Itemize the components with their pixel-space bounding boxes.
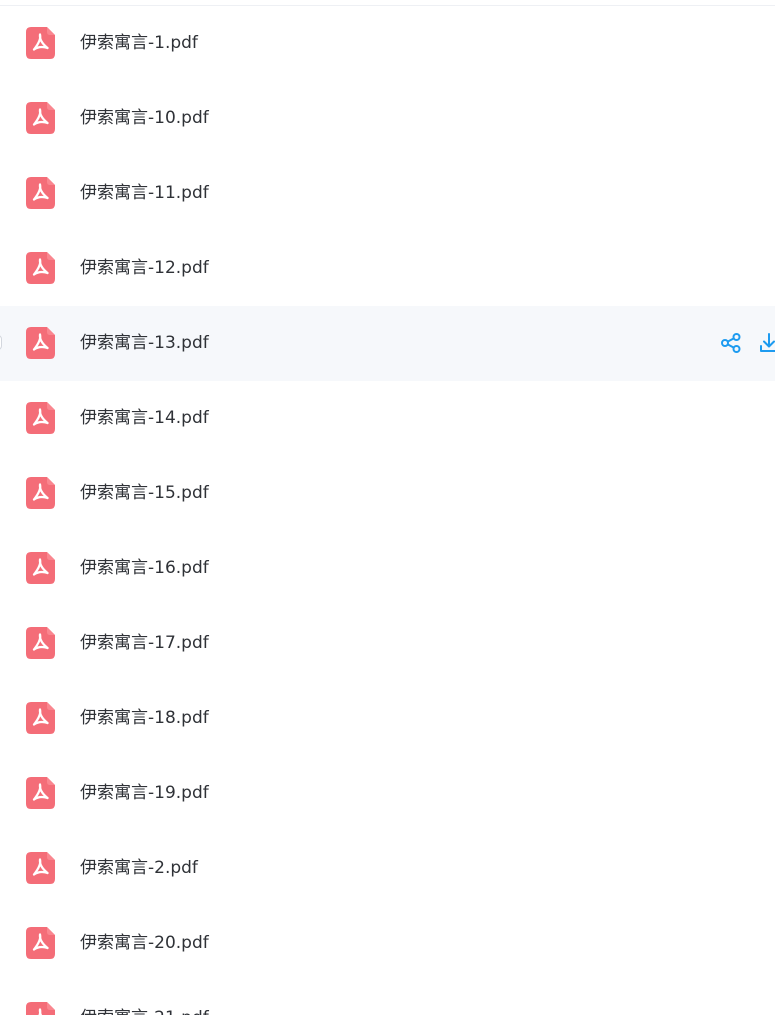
file-row[interactable]: 伊索寓言-10.pdf: [0, 81, 775, 156]
pdf-icon: [26, 552, 55, 584]
pdf-icon: [26, 252, 55, 284]
file-row[interactable]: 伊索寓言-15.pdf: [0, 456, 775, 531]
file-row[interactable]: 伊索寓言-21.pdf: [0, 981, 775, 1015]
file-row[interactable]: 伊索寓言-11.pdf: [0, 156, 775, 231]
file-row[interactable]: 伊索寓言-20.pdf: [0, 906, 775, 981]
pdf-icon: [26, 477, 55, 509]
file-name[interactable]: 伊索寓言-12.pdf: [80, 257, 209, 279]
pdf-icon: [26, 1002, 55, 1015]
file-name[interactable]: 伊索寓言-18.pdf: [80, 707, 209, 729]
file-row[interactable]: 伊索寓言-14.pdf: [0, 381, 775, 456]
file-list: 伊索寓言-1.pdf 伊索寓言-10.pdf 伊索寓言-11.pdf 伊索寓言-12.…: [0, 0, 775, 1015]
file-row[interactable]: 伊索寓言-2.pdf: [0, 831, 775, 906]
pdf-icon: [26, 927, 55, 959]
download-icon[interactable]: [757, 331, 775, 355]
file-row[interactable]: 伊索寓言-16.pdf: [0, 531, 775, 606]
pdf-icon: [26, 327, 55, 359]
pdf-icon: [26, 702, 55, 734]
file-name[interactable]: 伊索寓言-13.pdf: [80, 332, 209, 354]
file-rows: 伊索寓言-1.pdf 伊索寓言-10.pdf 伊索寓言-11.pdf 伊索寓言-12.…: [0, 6, 775, 1015]
file-name[interactable]: 伊索寓言-21.pdf: [80, 1007, 209, 1015]
file-name[interactable]: 伊索寓言-11.pdf: [80, 182, 209, 204]
file-name[interactable]: 伊索寓言-16.pdf: [80, 557, 209, 579]
file-name[interactable]: 伊索寓言-17.pdf: [80, 632, 209, 654]
row-checkbox[interactable]: [0, 335, 2, 350]
pdf-icon: [26, 102, 55, 134]
file-row[interactable]: 伊索寓言-13.pdf: [0, 306, 775, 381]
file-name[interactable]: 伊索寓言-20.pdf: [80, 932, 209, 954]
pdf-icon: [26, 777, 55, 809]
file-name[interactable]: 伊索寓言-14.pdf: [80, 407, 209, 429]
pdf-icon: [26, 402, 55, 434]
file-row[interactable]: 伊索寓言-18.pdf: [0, 681, 775, 756]
pdf-icon: [26, 852, 55, 884]
file-name[interactable]: 伊索寓言-1.pdf: [80, 32, 198, 54]
pdf-icon: [26, 27, 55, 59]
file-name[interactable]: 伊索寓言-19.pdf: [80, 782, 209, 804]
share-icon[interactable]: [719, 331, 743, 355]
file-row[interactable]: 伊索寓言-19.pdf: [0, 756, 775, 831]
file-name[interactable]: 伊索寓言-2.pdf: [80, 857, 198, 879]
pdf-icon: [26, 177, 55, 209]
file-row[interactable]: 伊索寓言-1.pdf: [0, 6, 775, 81]
pdf-icon: [26, 627, 55, 659]
file-row[interactable]: 伊索寓言-12.pdf: [0, 231, 775, 306]
file-name[interactable]: 伊索寓言-15.pdf: [80, 482, 209, 504]
file-name[interactable]: 伊索寓言-10.pdf: [80, 107, 209, 129]
file-row[interactable]: 伊索寓言-17.pdf: [0, 606, 775, 681]
